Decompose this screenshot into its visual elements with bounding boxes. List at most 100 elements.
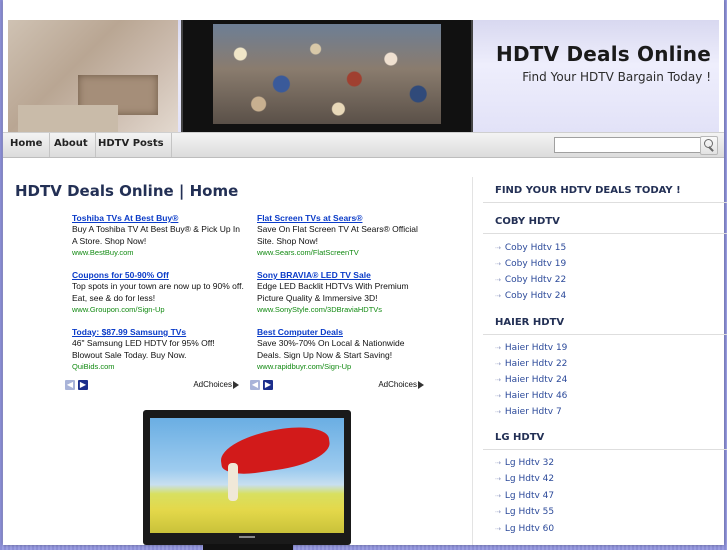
adchoices-label: AdChoices <box>378 380 417 389</box>
ad-title-link[interactable]: Sony BRAVIA® LED TV Sale <box>257 270 430 281</box>
ad-description: 46" Samsung LED HDTV for 95% Off! Blowou… <box>72 338 215 360</box>
sidebar-link[interactable]: ⇢ Haier Hdtv 19 <box>495 340 567 356</box>
bullet-icon: ⇢ <box>495 459 501 467</box>
ad-item: Best Computer Deals Save 30%-70% On Loca… <box>257 327 430 384</box>
nav-home[interactable]: Home <box>3 133 51 157</box>
ad-item: Today: $87.99 Samsung TVs 46" Samsung LE… <box>72 327 245 384</box>
adchoices-label: AdChoices <box>193 380 232 389</box>
header-tv-screen-crowd <box>213 24 441 124</box>
adchoices-icon <box>233 380 239 389</box>
ad-title-link[interactable]: Coupons for 50-90% Off <box>72 270 245 281</box>
sidebar-link[interactable]: ⇢ Coby Hdtv 19 <box>495 256 566 272</box>
sidebar-link[interactable]: ⇢ Haier Hdtv 7 <box>495 404 562 420</box>
site-title[interactable]: HDTV Deals Online <box>496 42 711 66</box>
hdtv-product-image[interactable] <box>143 410 351 550</box>
main-navigation: Home About HDTV Posts <box>3 132 724 158</box>
ad-url-link[interactable]: www.rapidbuyr.com/Sign-Up <box>257 361 430 372</box>
bullet-icon: ⇢ <box>495 244 501 252</box>
sidebar-link[interactable]: ⇢ Lg Hdtv 32 <box>495 455 554 471</box>
bullet-icon: ⇢ <box>495 376 501 384</box>
bullet-icon: ⇢ <box>495 475 501 483</box>
sidebar-link-label: Coby Hdtv 22 <box>504 275 567 285</box>
tv-screen <box>150 418 344 533</box>
ad-item: Toshiba TVs At Best Buy® Buy A Toshiba T… <box>72 213 245 270</box>
ad-url-link[interactable]: www.BestBuy.com <box>72 247 245 258</box>
sidebar-heading-haier: HAIER HDTV <box>483 317 727 335</box>
ad-item: Sony BRAVIA® LED TV Sale Edge LED Backli… <box>257 270 430 327</box>
sidebar-link-label: Lg Hdtv 32 <box>504 458 555 468</box>
sidebar-link-label: Haier Hdtv 19 <box>504 343 568 353</box>
ad-navigation-right: ◀ ▶ AdChoices <box>250 380 430 394</box>
page-container: HDTV Deals Online Find Your HDTV Bargain… <box>3 0 727 550</box>
ad-title-link[interactable]: Toshiba TVs At Best Buy® <box>72 213 245 224</box>
sidebar-link[interactable]: ⇢ Lg Hdtv 47 <box>495 488 554 504</box>
sidebar-link-label: Coby Hdtv 19 <box>504 259 567 269</box>
ad-title-link[interactable]: Best Computer Deals <box>257 327 430 338</box>
bullet-icon: ⇢ <box>495 408 501 416</box>
bullet-icon: ⇢ <box>495 392 501 400</box>
bullet-icon: ⇢ <box>495 492 501 500</box>
sidebar-link[interactable]: ⇢ Lg Hdtv 60 <box>495 521 554 537</box>
header-tv-image <box>181 20 473 132</box>
sidebar-link-label: Haier Hdtv 22 <box>504 359 568 369</box>
sidebar-link[interactable]: ⇢ Lg Hdtv 42 <box>495 471 554 487</box>
ad-description: Edge LED Backlit HDTVs With Premium Pict… <box>257 281 409 303</box>
ad-next-arrow-icon[interactable]: ▶ <box>263 380 273 390</box>
sidebar-heading-lg: LG HDTV <box>483 432 727 450</box>
bullet-icon: ⇢ <box>495 525 501 533</box>
sidebar-link-label: Haier Hdtv 24 <box>504 375 568 385</box>
nav-about[interactable]: About <box>47 133 96 157</box>
sidebar-link[interactable]: ⇢ Haier Hdtv 22 <box>495 356 567 372</box>
sidebar-link[interactable]: ⇢ Coby Hdtv 22 <box>495 272 566 288</box>
ad-title-link[interactable]: Flat Screen TVs at Sears® <box>257 213 430 224</box>
person-shape <box>228 463 238 501</box>
bullet-icon: ⇢ <box>495 260 501 268</box>
sidebar-link[interactable]: ⇢ Haier Hdtv 24 <box>495 372 567 388</box>
ad-title-link[interactable]: Today: $87.99 Samsung TVs <box>72 327 245 338</box>
tv-brand-mark <box>239 536 255 538</box>
ad-description: Save 30%-70% On Local & Nationwide Deals… <box>257 338 405 360</box>
ad-url-link[interactable]: QuiBids.com <box>72 361 245 372</box>
sidebar-heading-find-deals: FIND YOUR HDTV DEALS TODAY ! <box>483 185 727 203</box>
ad-column-right: Flat Screen TVs at Sears® Save On Flat S… <box>257 213 430 384</box>
sidebar-link-label: Coby Hdtv 24 <box>504 291 567 301</box>
page-title: HDTV Deals Online | Home <box>15 182 239 200</box>
sidebar-link-label: Lg Hdtv 42 <box>504 474 555 484</box>
site-tagline: Find Your HDTV Bargain Today ! <box>522 70 711 84</box>
ad-url-link[interactable]: www.SonyStyle.com/3DBraviaHDTVs <box>257 304 430 315</box>
bullet-icon: ⇢ <box>495 276 501 284</box>
adchoices-link[interactable]: AdChoices <box>378 380 424 389</box>
ad-description: Top spots in your town are now up to 90%… <box>72 281 244 303</box>
ad-item: Coupons for 50-90% Off Top spots in your… <box>72 270 245 327</box>
sidebar-link[interactable]: ⇢ Coby Hdtv 24 <box>495 288 566 304</box>
search-button[interactable] <box>700 136 718 155</box>
sidebar-link-label: Lg Hdtv 55 <box>504 507 555 517</box>
ad-url-link[interactable]: www.Sears.com/FlatScreenTV <box>257 247 430 258</box>
search-input[interactable] <box>554 137 703 153</box>
header-cabinet-shape <box>18 105 118 132</box>
sidebar-link[interactable]: ⇢ Coby Hdtv 15 <box>495 240 566 256</box>
bullet-icon: ⇢ <box>495 360 501 368</box>
sidebar-link-label: Haier Hdtv 46 <box>504 391 568 401</box>
adchoices-link[interactable]: AdChoices <box>193 380 239 389</box>
nav-hdtv-posts[interactable]: HDTV Posts <box>91 133 172 157</box>
ad-prev-arrow-icon[interactable]: ◀ <box>250 380 260 390</box>
sidebar-link-label: Haier Hdtv 7 <box>504 407 562 417</box>
site-header: HDTV Deals Online Find Your HDTV Bargain… <box>8 20 719 132</box>
sidebar-link[interactable]: ⇢ Lg Hdtv 55 <box>495 504 554 520</box>
bullet-icon: ⇢ <box>495 344 501 352</box>
sidebar-link-label: Lg Hdtv 60 <box>504 524 555 534</box>
ad-next-arrow-icon[interactable]: ▶ <box>78 380 88 390</box>
ad-description: Buy A Toshiba TV At Best Buy® & Pick Up … <box>72 224 241 246</box>
search-icon-handle <box>708 146 714 152</box>
bullet-icon: ⇢ <box>495 508 501 516</box>
sidebar-heading-coby: COBY HDTV <box>483 216 727 234</box>
header-room-image <box>8 20 178 132</box>
ad-prev-arrow-icon[interactable]: ◀ <box>65 380 75 390</box>
sidebar: FIND YOUR HDTV DEALS TODAY ! COBY HDTV ⇢… <box>483 177 727 545</box>
ad-item: Flat Screen TVs at Sears® Save On Flat S… <box>257 213 430 270</box>
main-content: HDTV Deals Online | Home Toshiba TVs At … <box>10 177 473 550</box>
sidebar-link-label: Coby Hdtv 15 <box>504 243 567 253</box>
ad-url-link[interactable]: www.Groupon.com/Sign-Up <box>72 304 245 315</box>
sidebar-link[interactable]: ⇢ Haier Hdtv 46 <box>495 388 567 404</box>
